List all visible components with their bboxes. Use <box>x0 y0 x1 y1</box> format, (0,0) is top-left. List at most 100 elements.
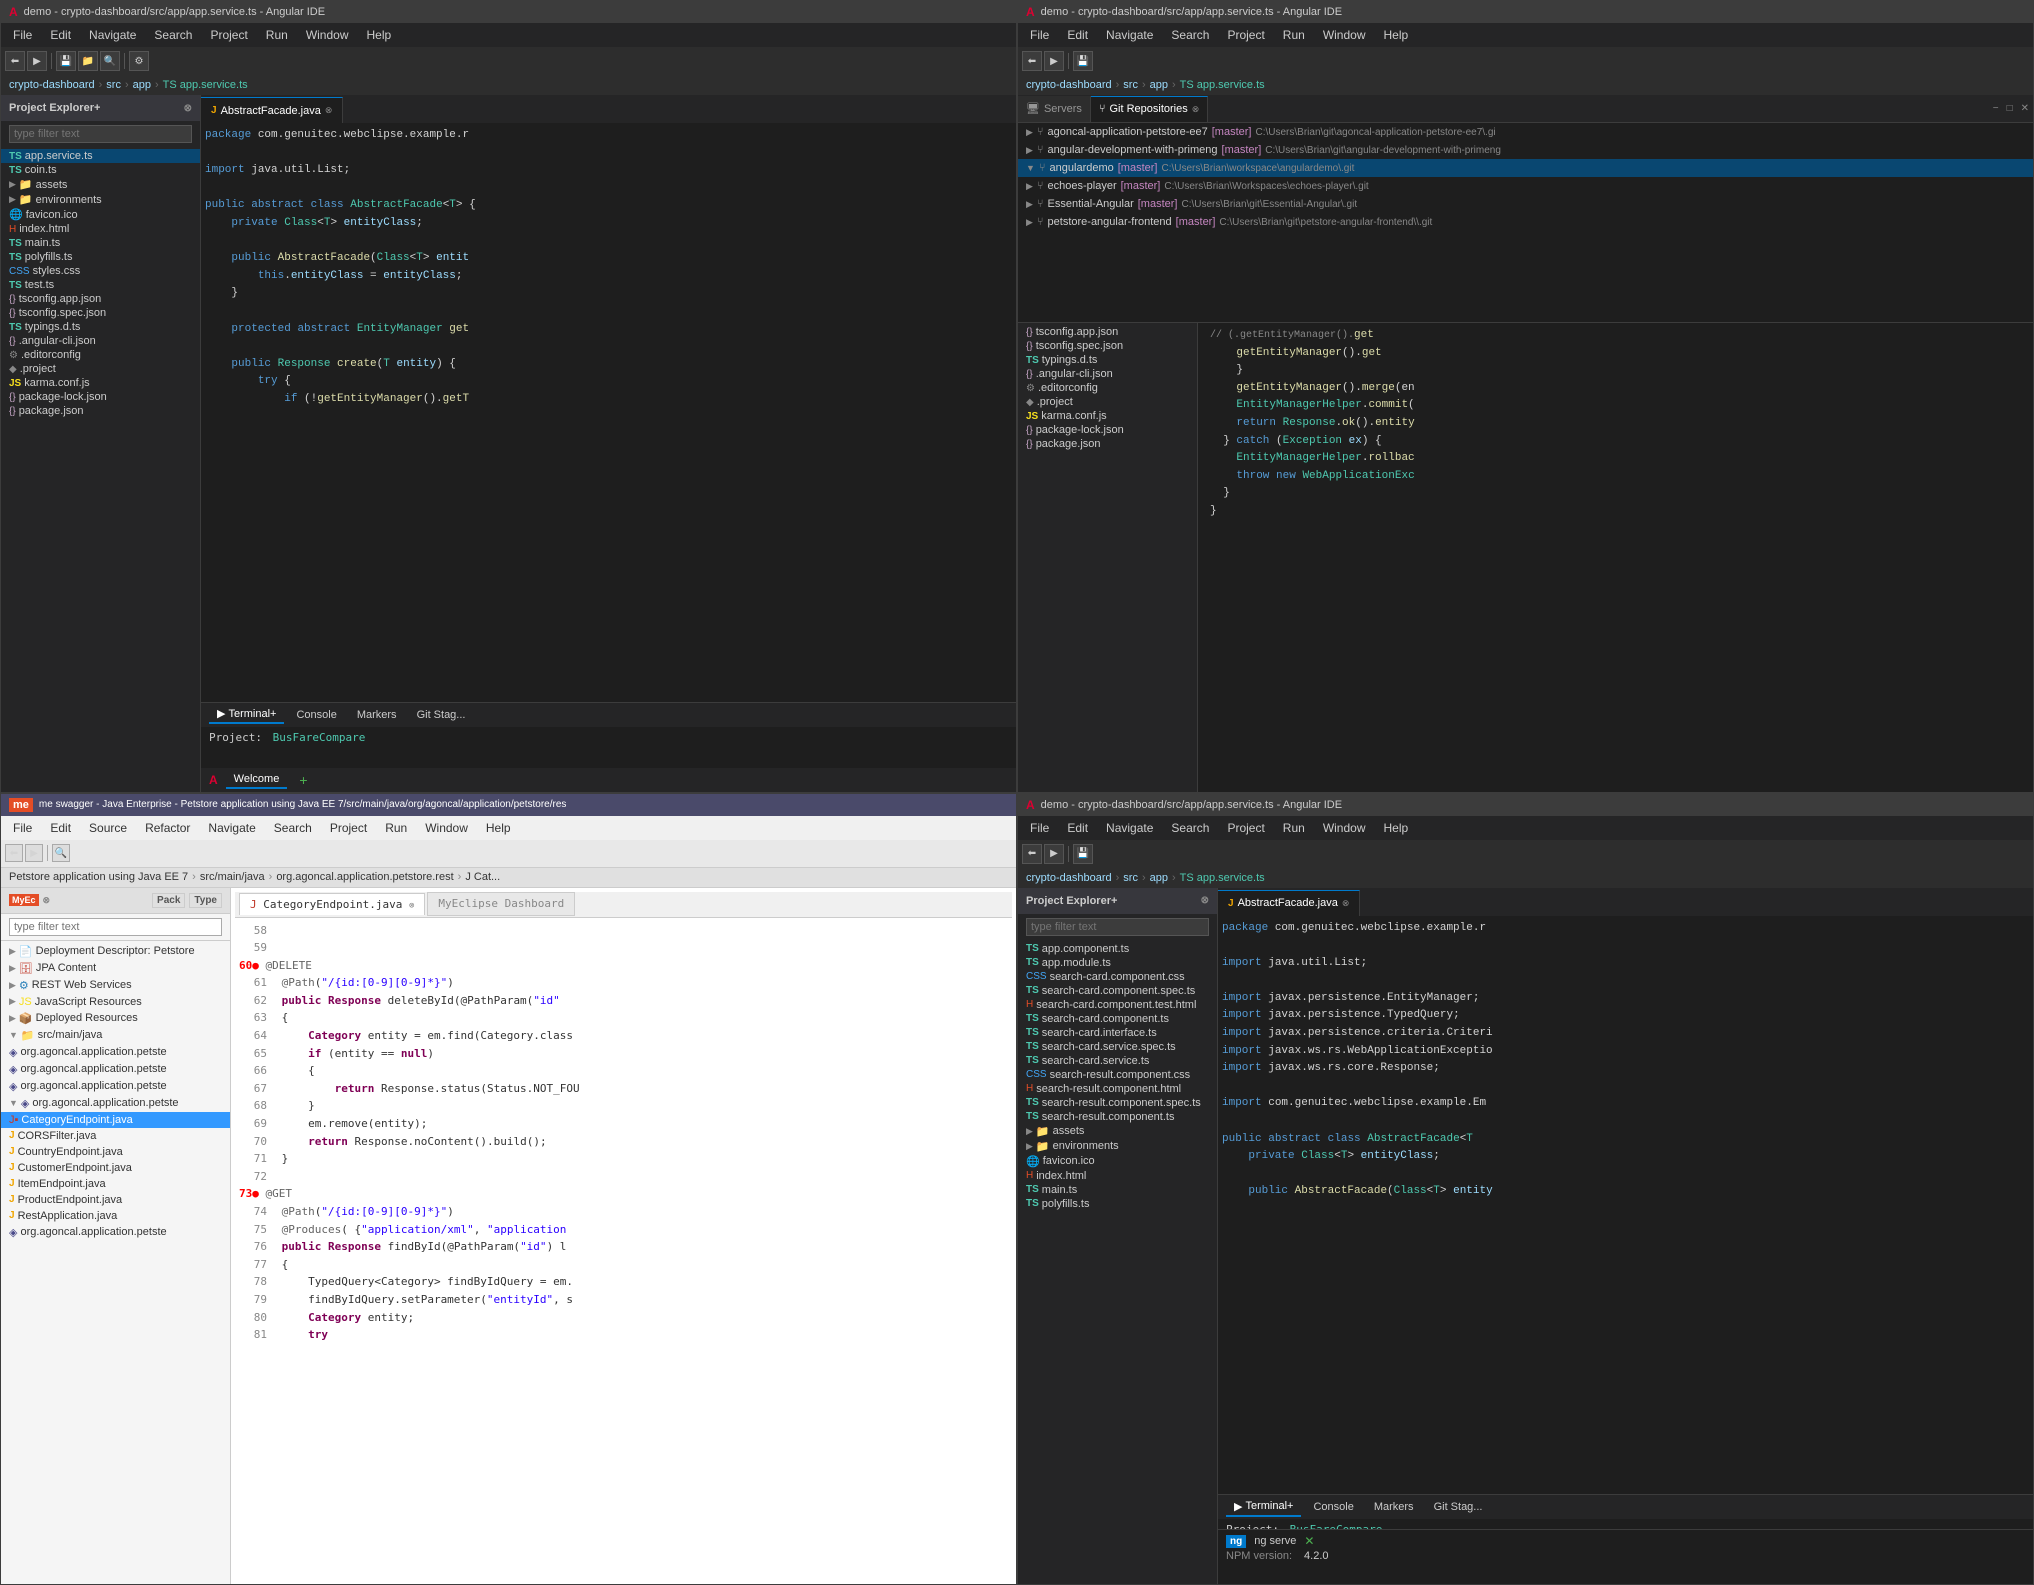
menu-project-br[interactable]: Project <box>1219 819 1272 837</box>
toolbar-btn-6[interactable]: ⚙ <box>129 51 149 71</box>
lf-project-tr[interactable]: ◆ .project <box>1018 395 1197 409</box>
menu-help-br[interactable]: Help <box>1376 819 1417 837</box>
toolbar-btn-5[interactable]: 🔍 <box>100 51 120 71</box>
bc-src-br[interactable]: src <box>1123 872 1138 884</box>
toolbar-btn-1[interactable]: ⬅ <box>5 51 25 71</box>
pack-tab[interactable]: Pack <box>152 893 185 908</box>
toolbar-btn-tr-3[interactable]: 💾 <box>1073 51 1093 71</box>
menu-run-tl[interactable]: Run <box>258 26 296 44</box>
bc-app-tr[interactable]: app <box>1150 79 1168 91</box>
tree-cors-filter[interactable]: J CORSFilter.java <box>1 1128 230 1144</box>
menu-project-tr[interactable]: Project <box>1219 26 1272 44</box>
toolbar-btn-tr-1[interactable]: ⬅ <box>1022 51 1042 71</box>
br-favicon[interactable]: 🌐 favicon.ico <box>1018 1154 1217 1169</box>
lf-tsconfig-app-tr[interactable]: {} tsconfig.app.json <box>1018 325 1197 339</box>
folder-environments-tl[interactable]: ▶ 📁 environments <box>1 192 200 207</box>
tree-rest-web-services[interactable]: ▶ ⚙ REST Web Services <box>1 977 230 994</box>
br-search-result-spec[interactable]: TS search-result.component.spec.ts <box>1018 1096 1217 1110</box>
eclipse-tb-btn-2[interactable]: ▶ <box>25 844 43 862</box>
toolbar-btn-3[interactable]: 💾 <box>56 51 76 71</box>
terminal-tab-markers-tl[interactable]: Markers <box>349 707 405 723</box>
menu-file-tr[interactable]: File <box>1022 26 1057 44</box>
tree-src-main-java[interactable]: ▼ 📁 src/main/java <box>1 1027 230 1044</box>
file-editorconfig-tl[interactable]: ⚙ .editorconfig <box>1 348 200 362</box>
br-environments-folder[interactable]: ▶ 📁 environments <box>1018 1139 1217 1154</box>
menu-edit-tr[interactable]: Edit <box>1059 26 1096 44</box>
eclipse-tab-category[interactable]: J CategoryEndpoint.java ⊗ <box>239 893 425 916</box>
lf-karma-tr[interactable]: JS karma.conf.js <box>1018 409 1197 423</box>
lf-editorconfig-tr[interactable]: ⚙ .editorconfig <box>1018 381 1197 395</box>
tree-javascript-resources[interactable]: ▶ JS JavaScript Resources <box>1 994 230 1010</box>
eclipse-menu-navigate[interactable]: Navigate <box>200 819 263 837</box>
tree-customer-endpoint[interactable]: J CustomerEndpoint.java <box>1 1160 230 1176</box>
br-app-module[interactable]: TS app.module.ts <box>1018 956 1217 970</box>
terminal-tab-markers-br[interactable]: Markers <box>1366 1499 1422 1515</box>
eclipse-tab-myeclipse[interactable]: MyEclipse Dashboard <box>427 892 575 916</box>
br-search-card-ts[interactable]: TS search-card.component.ts <box>1018 1012 1217 1026</box>
close-git-repos-tr[interactable]: ⊗ <box>1192 104 1200 115</box>
tree-category-endpoint[interactable]: J▪ CategoryEndpoint.java <box>1 1112 230 1128</box>
br-search-card-css[interactable]: CSS search-card.component.css <box>1018 970 1217 984</box>
bc-crypto-br[interactable]: crypto-dashboard <box>1026 872 1112 884</box>
git-repo-primeng[interactable]: ▶ ⑂ angular-development-with-primeng [ma… <box>1018 141 2033 159</box>
br-search-card-spec[interactable]: TS search-card.component.spec.ts <box>1018 984 1217 998</box>
bc-app-br[interactable]: app <box>1150 872 1168 884</box>
bc-ts-br[interactable]: TS app.service.ts <box>1180 872 1265 884</box>
br-search-card-interface[interactable]: TS search-card.interface.ts <box>1018 1026 1217 1040</box>
br-main-ts[interactable]: TS main.ts <box>1018 1183 1217 1197</box>
git-repo-essential[interactable]: ▶ ⑂ Essential-Angular [master] C:\Users\… <box>1018 195 2033 213</box>
br-search-card-service-spec[interactable]: TS search-card.service.spec.ts <box>1018 1040 1217 1054</box>
file-typings-tl[interactable]: TS typings.d.ts <box>1 320 200 334</box>
type-tab[interactable]: Type <box>189 893 222 908</box>
eclipse-menu-run[interactable]: Run <box>377 819 415 837</box>
ng-serve-plus-btn[interactable]: ✕ <box>1304 1534 1314 1548</box>
toolbar-btn-4[interactable]: 📁 <box>78 51 98 71</box>
menu-window-tr[interactable]: Window <box>1315 26 1374 44</box>
file-package-lock-tl[interactable]: {} package-lock.json <box>1 390 200 404</box>
eclipse-tb-btn-3[interactable]: 🔍 <box>52 844 70 862</box>
menu-edit-br[interactable]: Edit <box>1059 819 1096 837</box>
close-myec[interactable]: ⊗ <box>43 895 51 906</box>
eclipse-menu-help[interactable]: Help <box>478 819 519 837</box>
git-repo-petstore-angular[interactable]: ▶ ⑂ petstore-angular-frontend [master] C… <box>1018 213 2033 231</box>
eclipse-menu-search[interactable]: Search <box>266 819 320 837</box>
bc-crypto-tr[interactable]: crypto-dashboard <box>1026 79 1112 91</box>
close-icon-tl[interactable]: ⊗ <box>325 105 333 116</box>
editor-content-br[interactable]: package com.genuitec.webclipse.example.r… <box>1218 916 2033 1495</box>
toolbar-btn-2[interactable]: ▶ <box>27 51 47 71</box>
lf-package-tr[interactable]: {} package.json <box>1018 437 1197 451</box>
minimize-btn-tr[interactable]: − <box>1989 102 2003 115</box>
eclipse-menu-file[interactable]: File <box>5 819 40 837</box>
bc-ts-tl[interactable]: TS app.service.ts <box>163 79 248 91</box>
tree-pkg-2[interactable]: ◈ org.agoncal.application.petste <box>1 1061 230 1078</box>
br-assets-folder[interactable]: ▶ 📁 assets <box>1018 1124 1217 1139</box>
file-package-tl[interactable]: {} package.json <box>1 404 200 418</box>
tree-pkg-rest-open[interactable]: ▼ ◈ org.agoncal.application.petste <box>1 1095 230 1112</box>
br-search-result-ts[interactable]: TS search-result.component.ts <box>1018 1110 1217 1124</box>
bc-petstore[interactable]: Petstore application using Java EE 7 <box>9 871 188 883</box>
bc-ts-tr[interactable]: TS app.service.ts <box>1180 79 1265 91</box>
bc-app-tl[interactable]: app <box>133 79 151 91</box>
br-search-card-service[interactable]: TS search-card.service.ts <box>1018 1054 1217 1068</box>
tree-pkg-1[interactable]: ◈ org.agoncal.application.petste <box>1 1044 230 1061</box>
search-input-tl[interactable] <box>9 125 192 143</box>
eclipse-menu-window[interactable]: Window <box>417 819 476 837</box>
tree-item-endpoint[interactable]: J ItemEndpoint.java <box>1 1176 230 1192</box>
br-search-result-html[interactable]: H search-result.component.html <box>1018 1082 1217 1096</box>
close-cat-tab[interactable]: ⊗ <box>409 901 414 911</box>
br-polyfills-ts[interactable]: TS polyfills.ts <box>1018 1197 1217 1211</box>
menu-project-tl[interactable]: Project <box>202 26 255 44</box>
toolbar-btn-tr-2[interactable]: ▶ <box>1044 51 1064 71</box>
close-icon-br[interactable]: ⊗ <box>1342 898 1350 909</box>
file-app-service-tl[interactable]: TS app.service.ts <box>1 149 200 163</box>
git-repo-echoes[interactable]: ▶ ⑂ echoes-player [master] C:\Users\Bria… <box>1018 177 2033 195</box>
terminal-tab-console-br[interactable]: Console <box>1305 1499 1361 1515</box>
eclipse-menu-source[interactable]: Source <box>81 819 135 837</box>
bc-cat-endpoint[interactable]: J Cat... <box>465 871 500 883</box>
editor-tab-abstract-tl[interactable]: J AbstractFacade.java ⊗ <box>201 97 343 123</box>
tree-pkg-3[interactable]: ◈ org.agoncal.application.petste <box>1 1078 230 1095</box>
br-app-component[interactable]: TS app.component.ts <box>1018 942 1217 956</box>
close-btn-tr[interactable]: ✕ <box>2017 102 2033 115</box>
tree-deployment-descriptor[interactable]: ▶ 📄 Deployment Descriptor: Petstore <box>1 943 230 960</box>
menu-window-br[interactable]: Window <box>1315 819 1374 837</box>
